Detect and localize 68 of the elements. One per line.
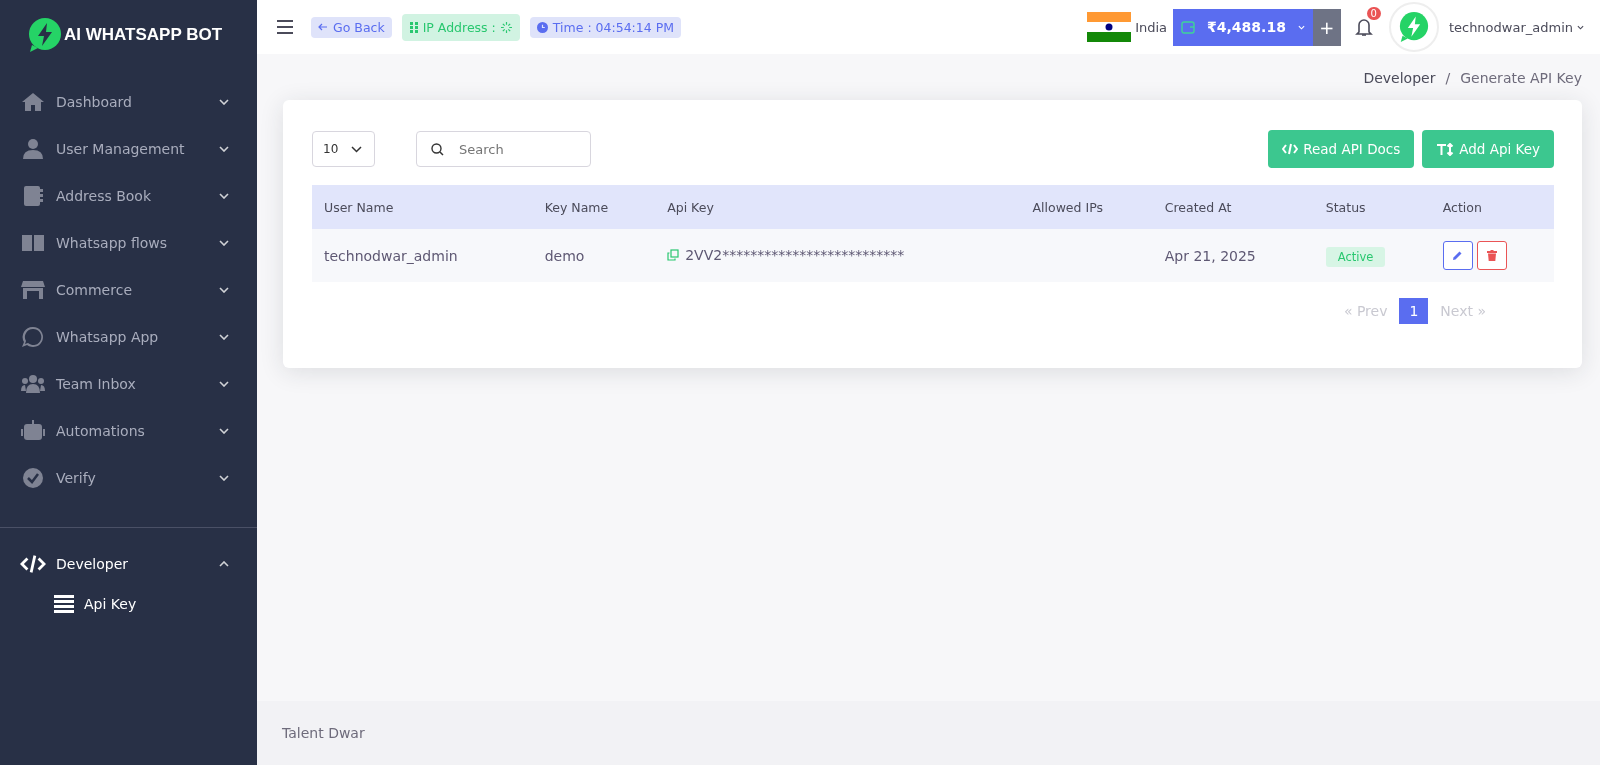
column-header: Action <box>1430 185 1554 229</box>
trash-icon <box>1486 250 1497 261</box>
table-cell: Apr 21, 2025 <box>1152 229 1314 282</box>
breadcrumb-item: Generate API Key <box>1460 70 1582 86</box>
sidebar-item[interactable]: User Management <box>0 125 257 172</box>
code-icon <box>20 552 46 575</box>
table-cell: 2VV2************************** <box>685 247 905 263</box>
sidebar-subitem[interactable]: Api Key <box>0 587 257 621</box>
user-icon <box>20 137 46 160</box>
user-menu[interactable]: technodwar_admin <box>1448 19 1584 35</box>
check-icon <box>20 466 46 489</box>
clock-icon <box>536 21 548 33</box>
store-icon <box>20 278 46 301</box>
sidebar-item[interactable]: Whatsapp App <box>0 313 257 360</box>
delete-button[interactable] <box>1476 241 1507 270</box>
chevron-down-icon <box>1577 24 1584 30</box>
chevron-down-icon <box>1297 24 1305 30</box>
table-cell: demo <box>532 229 656 282</box>
code-icon <box>1282 143 1299 155</box>
arrow-left-icon <box>318 23 328 31</box>
breadcrumb-separator: / <box>1445 70 1451 86</box>
grid-icon <box>409 21 418 33</box>
column-header: Key Name <box>532 185 656 229</box>
bolt-chat-logo-icon <box>28 17 62 53</box>
chevron-down-icon <box>351 145 362 153</box>
india-flag-icon <box>1087 12 1132 42</box>
search-field[interactable]: Search <box>416 131 591 167</box>
add-funds-button[interactable]: + <box>1312 8 1341 46</box>
pencil-icon <box>1452 250 1464 261</box>
footer-text: Talent Dwar <box>282 725 365 741</box>
table-cell: technodwar_admin <box>312 229 533 282</box>
page-number[interactable]: 1 <box>1399 298 1429 324</box>
chat-icon <box>20 325 46 348</box>
bell-icon[interactable] <box>1354 17 1373 37</box>
menu-icon[interactable] <box>277 20 293 34</box>
notification-count: 0 <box>1366 7 1381 20</box>
sidebar-item[interactable]: Commerce <box>0 266 257 313</box>
sidebar-item[interactable]: Address Book <box>0 172 257 219</box>
status-badge: Active <box>1325 246 1386 267</box>
team-icon <box>20 372 46 395</box>
column-header: Allowed IPs <box>1020 185 1153 229</box>
wallet-balance-button[interactable]: ₹4,488.18 <box>1173 8 1313 46</box>
spinner-icon <box>500 21 512 33</box>
sidebar-item[interactable]: Verify <box>0 454 257 501</box>
column-header: User Name <box>312 185 533 229</box>
sidebar-item[interactable]: Team Inbox <box>0 360 257 407</box>
column-header: Status <box>1313 185 1431 229</box>
sidebar-item[interactable]: Developer <box>0 540 257 587</box>
breadcrumb-item[interactable]: Developer <box>1363 70 1436 86</box>
sidebar-item[interactable]: Dashboard <box>0 78 257 125</box>
sidebar-item[interactable]: Whatsapp flows <box>0 219 257 266</box>
bolt-chat-logo-icon <box>1398 11 1429 43</box>
search-icon <box>431 143 444 156</box>
list-icon <box>54 595 74 613</box>
text-height-icon <box>1436 142 1455 156</box>
page-size-select[interactable]: 10 <box>312 131 375 167</box>
country-name: India <box>1135 19 1168 35</box>
sidebar-item[interactable]: Automations <box>0 407 257 454</box>
go-back-button[interactable]: Go Back <box>311 16 392 38</box>
edit-button[interactable] <box>1442 241 1473 270</box>
time-badge: Time : 04:54:14 PM <box>529 16 681 38</box>
column-header: Api Key <box>655 185 1021 229</box>
ip-address-badge: IP Address : <box>401 13 520 41</box>
robot-icon <box>20 419 46 442</box>
column-header: Created At <box>1152 185 1314 229</box>
brand-name: AI WHATSAPP BOT <box>64 25 223 45</box>
home-icon <box>20 90 46 113</box>
wallet-icon <box>1181 20 1196 34</box>
